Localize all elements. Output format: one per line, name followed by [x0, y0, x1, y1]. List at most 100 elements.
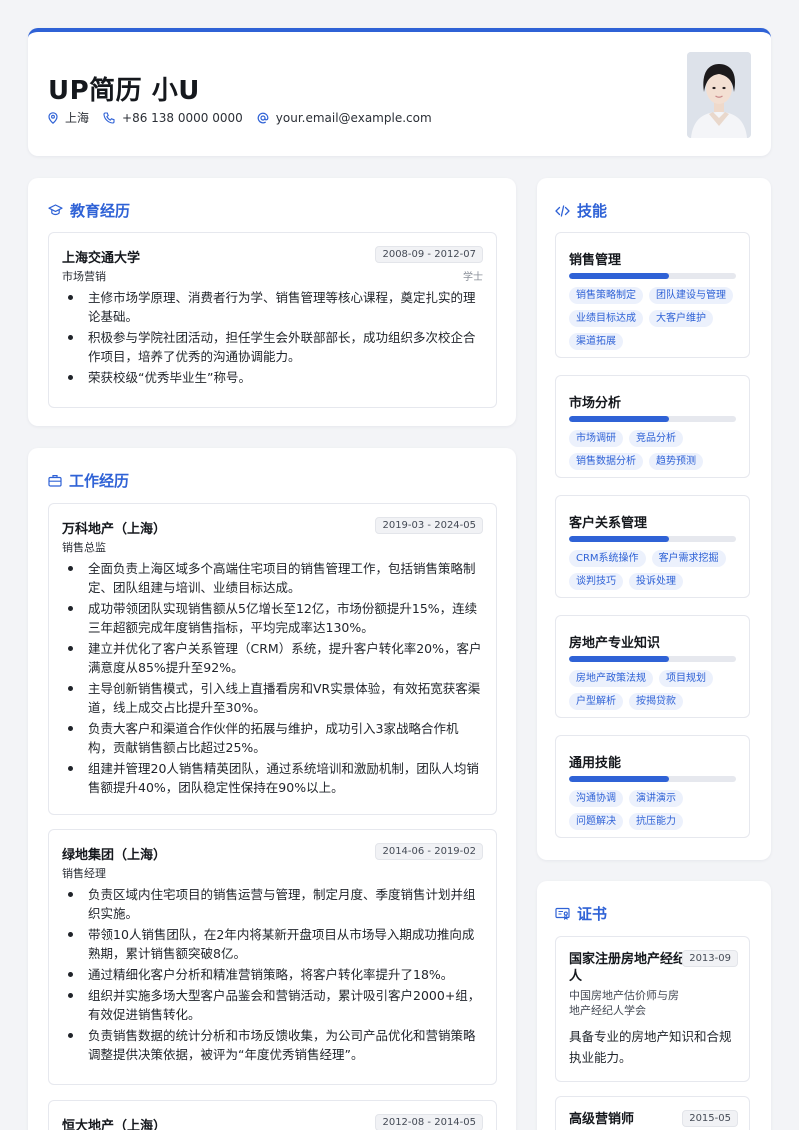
certificate-entry: 国家注册房地产经纪人 2013-09 中国房地产估价师与房地产经纪人学会 具备专…	[555, 936, 750, 1082]
certificate-name: 高级营销师	[569, 1112, 635, 1127]
job-role: 销售经理	[62, 867, 106, 880]
skill-tags: CRM系统操作 客户需求挖掘 谈判技巧 投诉处理	[569, 550, 741, 596]
work-section-title: 工作经历	[48, 470, 129, 491]
list-item: 负责区域内住宅项目的销售运营与管理，制定月度、季度销售计划并组织实施。	[62, 885, 482, 923]
skill-name: 房地产专业知识	[569, 636, 661, 651]
list-item: 积极参与学院社团活动，担任学生会外联部部长，成功组织多次校企合作项目，培养了优秀…	[62, 328, 482, 366]
profile-photo	[687, 52, 751, 138]
skill-name: 销售管理	[569, 253, 622, 268]
education-date-badge: 2008-09 - 2012-07	[375, 246, 483, 263]
skill-tag: 房地产政策法规	[569, 670, 653, 687]
skill-tag: 趋势预测	[649, 453, 703, 470]
job-role: 销售总监	[62, 541, 106, 554]
header-card: UP简历 小U 上海 +86 138 0000 0000 your.email@…	[28, 28, 771, 156]
list-item: 全面负责上海区域多个高端住宅项目的销售管理工作，包括销售策略制定、团队组建与培训…	[62, 559, 482, 597]
skill-tag: 问题解决	[569, 813, 623, 830]
phone-icon	[103, 111, 115, 124]
skill-group-crm: 客户关系管理 CRM系统操作 客户需求挖掘 谈判技巧 投诉处理	[555, 495, 750, 598]
certificate-name: 国家注册房地产经纪人	[569, 952, 687, 984]
resume-name: UP简历 小U	[48, 76, 200, 106]
job-bullet-list: 全面负责上海区域多个高端住宅项目的销售管理工作，包括销售策略制定、团队组建与培训…	[62, 559, 482, 799]
code-icon	[555, 204, 570, 217]
list-item: 荣获校级“优秀毕业生”称号。	[62, 368, 482, 387]
at-sign-icon	[257, 112, 269, 123]
education-title-text: 教育经历	[70, 202, 131, 220]
company-name: 绿地集团（上海）	[62, 848, 167, 863]
skills-section-title: 技能	[555, 200, 607, 221]
job-date-badge: 2012-08 - 2014-05	[375, 1114, 483, 1130]
education-bullet-list: 主修市场学原理、消费者行为学、销售管理等核心课程，奠定扎实的理论基础。 积极参与…	[62, 288, 482, 389]
avatar-portrait-icon	[687, 52, 751, 138]
education-major: 市场营销	[62, 270, 106, 283]
skill-group-general: 通用技能 沟通协调 演讲演示 问题解决 抗压能力	[555, 735, 750, 838]
certificates-section-title: 证书	[555, 903, 607, 924]
skill-tag: 市场调研	[569, 430, 623, 447]
briefcase-icon	[48, 475, 62, 487]
skill-level-fill	[569, 416, 670, 422]
skill-tag: 业绩目标达成	[569, 310, 643, 327]
skill-tag: 销售数据分析	[569, 453, 643, 470]
skill-level-bar	[569, 416, 736, 422]
contact-location: 上海	[48, 109, 89, 126]
phone-text: +86 138 0000 0000	[122, 110, 243, 125]
skill-tag: 演讲演示	[629, 790, 683, 807]
contact-row: 上海 +86 138 0000 0000 your.email@example.…	[48, 109, 446, 126]
skill-tag: 销售策略制定	[569, 287, 643, 304]
skill-tag: 大客户维护	[649, 310, 713, 327]
skill-tag: 客户需求挖掘	[651, 550, 726, 567]
skill-name: 通用技能	[569, 756, 622, 771]
certificate-description: 具备专业的房地产知识和合规执业能力。	[569, 1029, 732, 1065]
skill-tags: 沟通协调 演讲演示 问题解决 抗压能力	[569, 790, 741, 836]
certificates-title-text: 证书	[577, 905, 608, 923]
skill-tags: 市场调研 竞品分析 销售数据分析 趋势预测	[569, 430, 741, 476]
skill-tag: 按揭贷款	[629, 693, 683, 710]
certificate-icon	[555, 907, 570, 920]
skill-level-fill	[569, 273, 670, 279]
location-text: 上海	[65, 111, 90, 125]
school-name: 上海交通大学	[62, 251, 141, 266]
list-item: 建立并优化了客户关系管理（CRM）系统，提升客户转化率20%，客户满意度从85%…	[62, 639, 482, 677]
skill-group-market: 市场分析 市场调研 竞品分析 销售数据分析 趋势预测	[555, 375, 750, 478]
education-entry: 上海交通大学 2008-09 - 2012-07 市场营销 学士 主修市场学原理…	[48, 232, 497, 408]
skill-tag: CRM系统操作	[569, 550, 646, 567]
education-section-title: 教育经历	[48, 200, 130, 221]
email-text: your.email@example.com	[275, 110, 432, 125]
skill-level-bar	[569, 273, 736, 279]
skill-group-sales: 销售管理 销售策略制定 团队建设与管理 业绩目标达成 大客户维护 渠道拓展	[555, 232, 750, 358]
list-item: 主修市场学原理、消费者行为学、销售管理等核心课程，奠定扎实的理论基础。	[62, 288, 482, 326]
certificates-card: 证书 国家注册房地产经纪人 2013-09 中国房地产估价师与房地产经纪人学会 …	[537, 881, 771, 1130]
list-item: 组织并实施多场大型客户品鉴会和营销活动，累计吸引客户2000+组，有效促进销售转…	[62, 986, 482, 1024]
skill-level-fill	[569, 656, 670, 662]
job-entry-vanke: 万科地产（上海） 2019-03 - 2024-05 销售总监 全面负责上海区域…	[48, 503, 497, 815]
list-item: 通过精细化客户分析和精准营销策略，将客户转化率提升了18%。	[62, 965, 482, 984]
skill-name: 客户关系管理	[569, 516, 648, 531]
certificate-date-badge: 2015-05	[682, 1110, 738, 1127]
skill-level-fill	[569, 536, 670, 542]
job-date-badge: 2014-06 - 2019-02	[375, 843, 483, 860]
skill-level-bar	[569, 656, 736, 662]
skill-tag: 户型解析	[569, 693, 623, 710]
company-name: 恒大地产（上海）	[62, 1119, 167, 1130]
list-item: 负责销售数据的统计分析和市场反馈收集，为公司产品优化和营销策略调整提供决策依据，…	[62, 1026, 482, 1064]
contact-phone: +86 138 0000 0000	[103, 111, 243, 125]
skill-level-bar	[569, 536, 736, 542]
education-degree: 学士	[463, 272, 483, 283]
skill-tag: 投诉处理	[629, 573, 683, 590]
certificate-issuer: 中国房地产估价师与房地产经纪人学会	[569, 989, 679, 1017]
skill-level-fill	[569, 776, 670, 782]
skill-tag: 项目规划	[659, 670, 713, 687]
skills-card: 技能 销售管理 销售策略制定 团队建设与管理 业绩目标达成 大客户维护 渠道拓展…	[537, 178, 771, 860]
skill-tag: 竞品分析	[629, 430, 683, 447]
skill-level-bar	[569, 776, 736, 782]
education-card: 教育经历 上海交通大学 2008-09 - 2012-07 市场营销 学士 主修…	[28, 178, 516, 426]
skill-tags: 销售策略制定 团队建设与管理 业绩目标达成 大客户维护 渠道拓展	[569, 287, 741, 356]
job-date-badge: 2019-03 - 2024-05	[375, 517, 483, 534]
skill-tags: 房地产政策法规 项目规划 户型解析 按揭贷款	[569, 670, 741, 716]
work-title-text: 工作经历	[69, 472, 130, 490]
skill-tag: 团队建设与管理	[649, 287, 733, 304]
skills-title-text: 技能	[577, 202, 608, 220]
work-card: 工作经历 万科地产（上海） 2019-03 - 2024-05 销售总监 全面负…	[28, 448, 516, 1130]
skill-tag: 谈判技巧	[569, 573, 623, 590]
list-item: 成功带领团队实现销售额从5亿增长至12亿，市场份额提升15%，连续三年超额完成年…	[62, 599, 482, 637]
job-entry-greenland: 绿地集团（上海） 2014-06 - 2019-02 销售经理 负责区域内住宅项…	[48, 829, 497, 1085]
